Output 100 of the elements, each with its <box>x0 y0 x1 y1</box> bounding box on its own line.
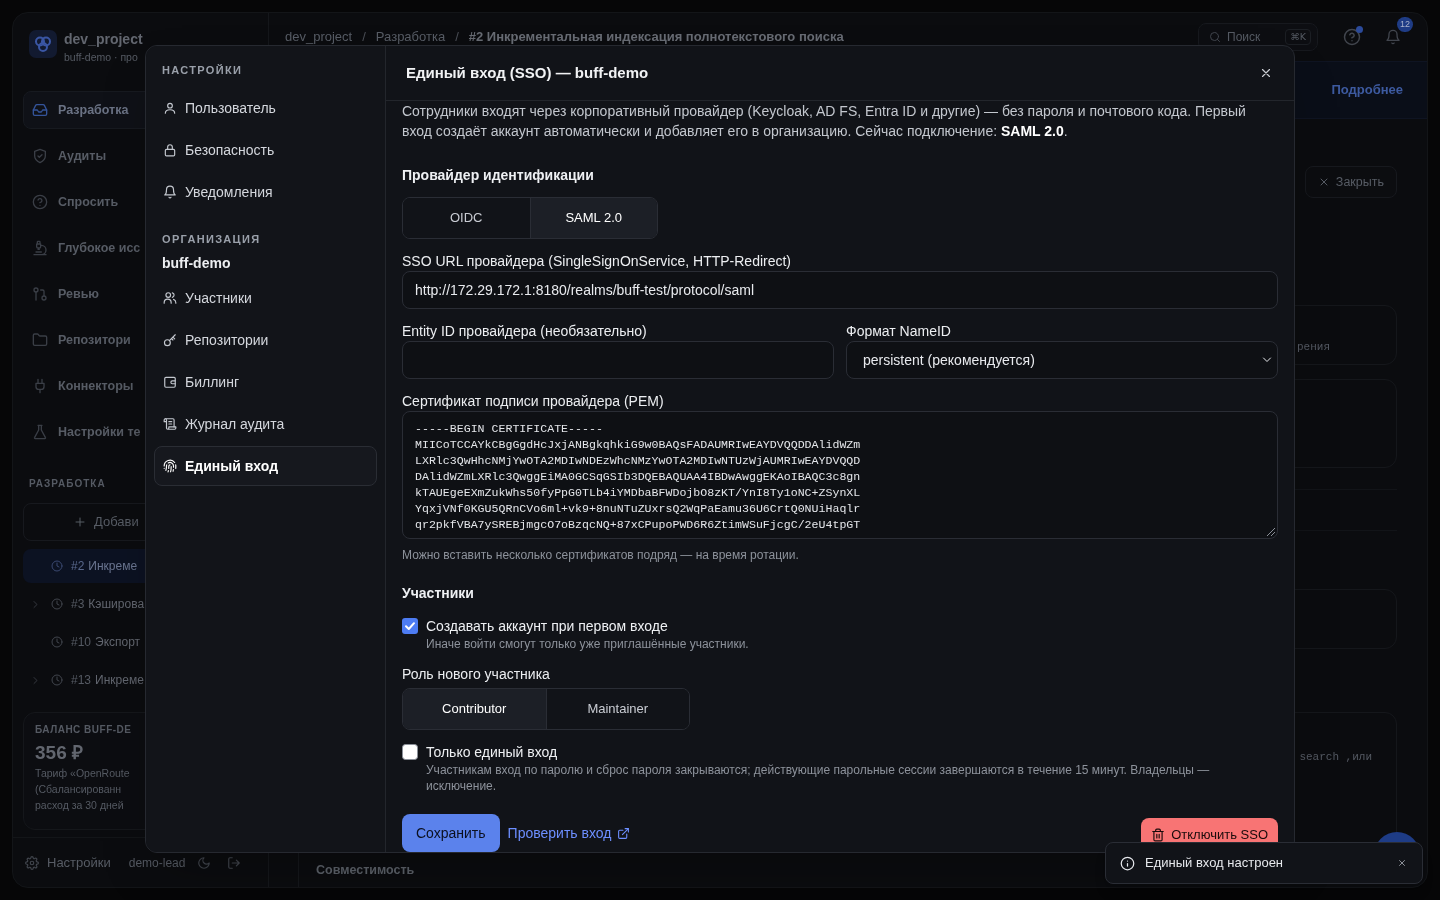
balance-note: расход за 30 дней <box>35 798 125 813</box>
key-icon <box>163 333 177 347</box>
inbox-icon <box>32 102 48 118</box>
wallet-icon <box>163 375 177 389</box>
breadcrumb-current: #2 Инкрементальная индексация полнотекстового поиска <box>468 28 844 47</box>
flask-icon <box>32 424 48 440</box>
gear-icon <box>25 855 39 870</box>
field-label: Entity ID провайдера (необязательно) <box>402 322 648 341</box>
test-login-link[interactable]: Проверить вход <box>507 822 631 844</box>
role-option[interactable]: Maintainer <box>545 689 689 729</box>
settings-link[interactable]: Настройки <box>47 852 111 873</box>
settings-nav-item[interactable]: Биллинг <box>154 362 377 402</box>
settings-nav-item[interactable]: Участники <box>154 278 377 318</box>
task-number: #3 <box>71 596 85 613</box>
user-icon <box>163 101 177 115</box>
notification-badge: 12 <box>1397 17 1413 32</box>
provider-tab[interactable]: SAML 2.0 <box>529 198 657 238</box>
moon-icon[interactable] <box>197 855 212 870</box>
role-option[interactable]: Contributor <box>403 689 546 729</box>
external-link-icon <box>617 826 631 840</box>
clock-icon <box>51 560 63 572</box>
toast-close-button[interactable] <box>1396 857 1408 869</box>
section-heading: Провайдер идентификации <box>402 166 595 185</box>
save-button[interactable]: Сохранить <box>402 814 500 852</box>
user-name: demo-lead <box>128 854 186 872</box>
question-circle-icon <box>32 194 48 210</box>
help-icon[interactable] <box>1343 28 1361 46</box>
nameid-format-select[interactable]: persistent (рекомендуется) <box>846 341 1278 379</box>
project-subtitle: buff-demo · про <box>64 50 139 64</box>
balance-amount: 356 ₽ <box>35 741 84 765</box>
certificate-field[interactable]: -----BEGIN CERTIFICATE----- MIICoTCCAYkCBgGgdHcJxjANBgkqhkiG9w0BAQsFADAUMRIwEAYDVQQDDAlidWZm LXRlc3QwHhcNMjYwOTA2MDIwNDEzWhcNMzYwOTA2MDIwNTUzWjAUMRIwEAYDVQQD DAlidWZmLXRlc3QwggEiMA0GCSqGSIb3DQEBAQUAA4IBDwAwggEKAoIBAQC3c8gn kTAUEgeEXmZukWhs50fyPpG0TLb4iYMDbaBFWDojbO8zKT/YnI8Ty1oNC+ZSynXL YqxjVNf0KGU5QRnCVo6ml+vk9+8nuNTuZUxrsQ2WqPaEamu36U6CrtQ0NUiHaqlr qr2pkfVBA7ySREBjmgcO7oBzqcNQ+87xCPupoPWD6R6ZtimWSuFjcgC/2eU4tpGT <box>402 411 1278 539</box>
logo-icon <box>29 30 57 58</box>
scroll-icon <box>163 417 177 431</box>
panel-tab[interactable]: Совместимость <box>316 860 415 880</box>
logout-icon[interactable] <box>227 855 242 870</box>
details-link[interactable]: Подробнее <box>1331 80 1403 100</box>
users-icon <box>163 291 177 305</box>
section-label: РАЗРАБОТКА <box>28 477 107 491</box>
shield-check-icon <box>32 148 48 164</box>
toast-message: Единый вход настроен <box>1145 854 1284 873</box>
task-title: Экспорт <box>95 634 141 651</box>
project-name: dev_project <box>64 30 143 48</box>
clock-icon <box>51 674 63 686</box>
breadcrumb-link[interactable]: Разработка <box>375 27 446 47</box>
search-input[interactable]: Поиск <box>1227 28 1279 46</box>
task-title: Инкреме <box>88 558 138 575</box>
bell-icon <box>163 185 177 199</box>
card-text: рения <box>1297 340 1330 355</box>
checkbox-label[interactable]: Создавать аккаунт при первом входе <box>426 616 749 636</box>
clock-icon <box>51 636 63 648</box>
section-label: ОРГАНИЗАЦИЯ <box>161 232 262 246</box>
bell-icon[interactable] <box>1385 29 1401 45</box>
organization-name: buff-demo <box>161 254 232 272</box>
task-item[interactable]: #3 Кэширова <box>23 587 258 621</box>
task-number: #13 <box>71 672 92 689</box>
description-text: Сотрудники входят через корпоративный провайдер (Keycloak, AD FS, Entra ID и другие) — без пароля и почтового кода. Первый вход создаёт аккаунт автоматически и добавляет его в организацию. Сейчас подключение: SAML 2.0. <box>402 102 1247 141</box>
entity-id-field[interactable] <box>402 341 834 379</box>
close-icon <box>1397 858 1407 868</box>
search-icon <box>1209 31 1221 43</box>
checkbox[interactable] <box>402 744 418 760</box>
checkbox[interactable] <box>402 618 418 634</box>
plus-icon <box>74 516 86 528</box>
section-label: НАСТРОЙКИ <box>161 63 244 77</box>
field-label: SSO URL провайдера (SingleSignOnService, HTTP-Redirect) <box>402 252 793 271</box>
card-text: search ,или <box>1299 750 1372 765</box>
lock-icon <box>163 143 177 157</box>
close-panel-button[interactable]: Закрыть <box>1304 166 1397 198</box>
field-label: Сертификат подписи провайдера (PEM) <box>402 392 665 411</box>
section-heading: Участники <box>402 584 475 603</box>
breadcrumb-link[interactable]: dev_project <box>285 27 353 47</box>
task-number: #2 <box>71 558 85 575</box>
settings-nav-item[interactable]: Уведомления <box>154 172 377 212</box>
field-label: Формат NameID <box>846 322 952 341</box>
resize-handle-icon[interactable] <box>1267 528 1275 536</box>
plug-icon <box>32 378 48 394</box>
task-title: Кэширова <box>88 596 145 613</box>
checkbox-label[interactable]: Только единый вход <box>426 742 1278 762</box>
info-icon <box>1120 855 1135 871</box>
balance-note: (Сбалансированн <box>35 782 123 797</box>
sso-url-field[interactable]: http://172.29.172.1:8180/realms/buff-test/protocol/saml <box>402 271 1278 309</box>
microscope-icon <box>32 240 48 256</box>
fingerprint-icon <box>163 459 177 473</box>
dialog-title: Единый вход (SSO) — buff-demo <box>406 62 649 83</box>
breadcrumb-separator: / <box>455 28 459 47</box>
shortcut-key: ⌘K <box>1285 29 1311 45</box>
checkbox-hint: Иначе войти смогут только уже приглашённые участники. <box>426 636 749 652</box>
settings-nav-item[interactable]: Единый вход <box>154 446 377 486</box>
settings-nav-item[interactable]: Репозитории <box>154 320 377 360</box>
settings-nav-item[interactable]: Безопасность <box>154 130 377 170</box>
checkbox-hint: Участникам вход по паролю и сброс пароля закрываются; действующие парольные сессии завершаются в течение 15 минут. Владельцы — исключение. <box>426 762 1211 794</box>
task-title: Инкреме <box>95 672 144 689</box>
branch-icon <box>32 286 48 302</box>
task-number: #10 <box>71 634 92 651</box>
clock-icon <box>51 598 63 610</box>
task-item[interactable]: #13 Инкреме <box>23 663 258 697</box>
field-label: Роль нового участника <box>402 665 551 684</box>
task-item[interactable]: #10 Экспорт <box>23 625 258 659</box>
breadcrumb-separator: / <box>362 28 366 47</box>
close-icon <box>1259 66 1273 80</box>
settings-nav-item[interactable]: Журнал аудита <box>154 404 377 444</box>
